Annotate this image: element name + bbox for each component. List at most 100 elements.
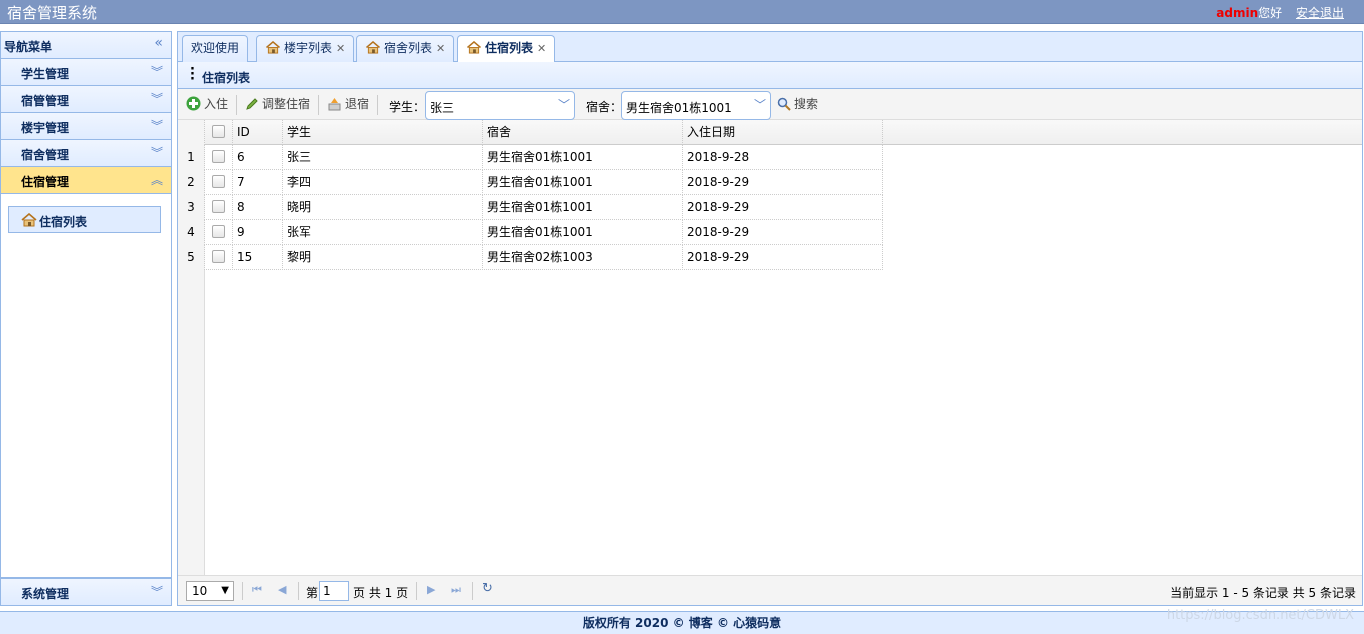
home-icon [365,38,381,63]
sidebar-item-dorms[interactable]: 宿舍管理 ︾ [1,140,171,167]
row-checkbox[interactable] [212,175,225,188]
home-icon [21,212,37,230]
double-chevron-down-icon: ︾ [150,585,163,599]
search-button[interactable]: 搜索 [777,95,818,115]
column-header-student[interactable]: 学生 [283,120,483,145]
checkin-button[interactable]: 入住 [186,95,228,115]
cell-student: 李四 [283,170,483,195]
dorm-select[interactable]: 男生宿舍01栋1001 ﹀ [621,91,771,120]
search-icon [777,97,791,116]
sidebar-item-label: 宿舍管理 [21,148,70,162]
adjust-button[interactable]: 调整住宿 [245,95,310,115]
pager-divider [298,582,299,600]
tab-welcome[interactable]: 欢迎使用 [182,35,249,62]
logout-link[interactable]: 安全退出 [1296,6,1344,20]
page-size-value: 10 [192,584,208,598]
table-row[interactable]: 3 8 晓明 男生宿舍01栋1001 2018-9-29 [178,195,883,220]
next-page-icon[interactable]: ▶ [427,583,435,596]
panel-title: 住宿列表 [202,71,251,85]
close-icon[interactable]: ✕ [537,42,546,55]
sidebar-item-dorm-managers[interactable]: 宿管管理 ︾ [1,86,171,113]
cell-id: 8 [233,195,283,220]
page-number-input[interactable]: 1 [319,581,349,601]
row-checkbox[interactable] [212,225,225,238]
tab-building-list[interactable]: 楼宇列表 ✕ [256,35,355,62]
row-checkbox-cell [205,245,233,270]
sub-link-label: 住宿列表 [39,215,88,229]
table-row[interactable]: 5 15 黎明 男生宿舍02栋1003 2018-9-29 [178,245,883,270]
tab-dorm-list[interactable]: 宿舍列表 ✕ [356,35,455,63]
row-number: 3 [178,195,205,220]
row-checkbox-cell [205,195,233,220]
sidebar-header: 导航菜单 « [1,32,171,59]
page-prefix: 第 [306,586,319,600]
table-row[interactable]: 1 6 张三 男生宿舍01栋1001 2018-9-28 [178,145,883,170]
select-all-checkbox[interactable] [212,125,225,138]
vertical-dots-icon: · · · [190,62,195,87]
close-icon[interactable]: ✕ [436,42,445,55]
sidebar-item-system[interactable]: 系统管理 ︾ [1,578,171,605]
page-suffix: 页 共 1 页 [353,586,409,600]
checkin-label: 入住 [204,97,229,111]
add-icon [186,96,201,116]
adjust-label: 调整住宿 [262,97,311,111]
chevron-down-icon[interactable]: ﹀ [750,92,770,119]
checkout-button[interactable]: 退宿 [327,95,369,115]
panel-header: · · · 住宿列表 [178,62,1362,89]
column-header-id[interactable]: ID [233,120,283,145]
cell-student: 晓明 [283,195,483,220]
dorm-select-value: 男生宿舍01栋1001 [626,101,732,115]
sidebar-item-accommodation[interactable]: 住宿管理 ︽ [1,167,171,194]
main-panel: 欢迎使用 楼宇列表 ✕ 宿舍列表 ✕ 住宿列表 ✕ · · · 住宿列表 入住 调整住宿 … [177,31,1363,606]
close-icon[interactable]: ✕ [336,42,345,55]
column-header-date[interactable]: 入住日期 [683,120,883,145]
student-select-value: 张三 [430,101,455,115]
home-icon [466,38,482,63]
double-chevron-down-icon: ︾ [150,146,163,160]
cell-date: 2018-9-29 [683,220,883,245]
page-size-select[interactable]: 10 ▼ [186,581,234,601]
tab-accommodation-list[interactable]: 住宿列表 ✕ [457,35,556,63]
sidebar: 导航菜单 « 学生管理 ︾ 宿管管理 ︾ 楼宇管理 ︾ 宿舍管理 ︾ 住宿管理 … [0,31,172,606]
last-page-icon[interactable]: ⏭ [451,583,461,597]
refresh-icon[interactable]: ↻ [482,581,493,596]
tab-label: 住宿列表 [485,41,534,55]
tab-label: 楼宇列表 [284,41,333,55]
user-area: admin您好 安全退出 [1216,4,1344,21]
pager-divider [472,582,473,600]
double-chevron-down-icon: ︾ [150,119,163,133]
pager-info: 当前显示 1 - 5 条记录 共 5 条记录 [1170,586,1356,600]
cell-student: 张三 [283,145,483,170]
double-chevron-left-icon[interactable]: « [154,35,163,51]
student-select[interactable]: 张三 ﹀ [425,91,575,120]
table-row[interactable]: 4 9 张军 男生宿舍01栋1001 2018-9-29 [178,220,883,245]
row-checkbox-cell [205,220,233,245]
sidebar-item-label: 住宿管理 [21,175,70,189]
previous-page-icon[interactable]: ◀ [278,583,286,596]
sidebar-item-label: 宿管管理 [21,94,70,108]
table-row[interactable]: 2 7 李四 男生宿舍01栋1001 2018-9-29 [178,170,883,195]
sidebar-item-buildings[interactable]: 楼宇管理 ︾ [1,113,171,140]
first-page-icon[interactable]: ⏮ [252,583,262,597]
toolbar-divider [377,95,378,115]
row-checkbox-cell [205,170,233,195]
sub-link-accommodation-list[interactable]: 住宿列表 [8,206,161,233]
tab-label: 欢迎使用 [191,41,240,55]
sidebar-item-label: 系统管理 [21,587,70,601]
dorm-filter-label: 宿舍： [586,100,623,114]
cell-date: 2018-9-29 [683,195,883,220]
row-checkbox[interactable] [212,150,225,163]
toolbar-divider [236,95,237,115]
cell-id: 15 [233,245,283,270]
row-number: 4 [178,220,205,245]
row-number: 5 [178,245,205,270]
row-checkbox[interactable] [212,250,225,263]
sidebar-item-students[interactable]: 学生管理 ︾ [1,59,171,86]
row-checkbox[interactable] [212,200,225,213]
cell-id: 9 [233,220,283,245]
cell-dorm: 男生宿舍01栋1001 [483,195,683,220]
top-header: 宿舍管理系统 admin您好 安全退出 [0,0,1364,24]
chevron-down-icon[interactable]: ﹀ [554,92,574,119]
column-header-dorm[interactable]: 宿舍 [483,120,683,145]
cell-id: 7 [233,170,283,195]
